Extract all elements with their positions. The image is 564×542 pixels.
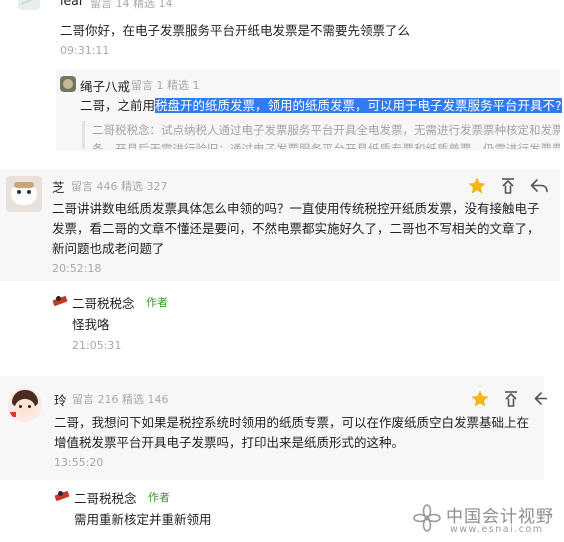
author-name: 二哥税税念 — [72, 296, 135, 311]
pin-top-icon[interactable] — [498, 176, 518, 196]
comment-stats: 留言 216 精选 146 — [72, 393, 169, 406]
watermark: 中国会计视野 www.esnai.com — [412, 498, 562, 538]
comment-text-line: 发票，看二哥的文章不懂还是要问，不然电票都实施好久了，二哥也不写相关的文章了， — [52, 221, 540, 236]
avatar[interactable] — [6, 176, 42, 212]
star-icon[interactable] — [470, 389, 490, 409]
author-avatar[interactable] — [54, 488, 70, 504]
comment-text-selected: 税盘开的纸质发票，领用的纸质发票，可以用于电子发票服务平台开具不? — [155, 98, 562, 113]
quoted-reply-line: 条，开具后无需进行验旧；通过电子发票服务平台开具纸质专票和纸质普票，仍需进行发票… — [92, 142, 560, 149]
reply-icon[interactable] — [529, 176, 549, 196]
author-badge: 作者 — [146, 296, 168, 309]
comment-time: 20:52:18 — [52, 262, 102, 275]
comment-text-plain: 二哥，之前用 — [80, 98, 156, 113]
comment-stats: 留言 1 精选 1 — [131, 79, 200, 92]
commenter-name: 芝 — [52, 180, 65, 195]
avatar[interactable] — [60, 76, 76, 92]
comment-time: 09:31:11 — [60, 44, 110, 57]
comment-text-line: 二哥，我想问下如果是税控系统时领用的纸质专票，可以在作废纸质空白发票基础上在 — [54, 415, 530, 430]
commenter-name: lear — [60, 0, 84, 8]
author-name: 二哥税税念 — [74, 491, 137, 506]
comment-text-line: 新问题也成老问题了 — [52, 241, 165, 256]
comment-stats: 留言 446 精选 327 — [71, 180, 168, 193]
avatar[interactable] — [18, 0, 40, 10]
comment-stats: 留言 14 精选 14 — [90, 0, 173, 10]
comment-time: 13:55:20 — [54, 456, 104, 469]
author-reply-time: 21:05:31 — [72, 339, 122, 352]
author-badge: 作者 — [148, 491, 170, 504]
commenter-name: 绳子八戒 — [80, 79, 131, 94]
author-reply-text: 怪我咯 — [72, 317, 110, 332]
commenter-name: 玲 — [54, 393, 67, 408]
pin-top-icon[interactable] — [501, 389, 521, 409]
comment-text-line: 二哥讲讲数电纸质发票具体怎么申领的吗？一直使用传统税控开纸质发票，没有接触电子 — [52, 201, 540, 216]
star-icon[interactable] — [467, 176, 487, 196]
quoted-reply: 二哥税税念：试点纳税人通过电子发票服务平台开具全电发票，无需进行发票票种核定和发… — [82, 121, 560, 149]
author-reply-text: 需用重新核定并重新领用 — [74, 512, 212, 527]
flower-logo-icon — [413, 504, 441, 532]
author-avatar[interactable] — [52, 293, 68, 309]
quoted-reply-line: 二哥税税念：试点纳税人通过电子发票服务平台开具全电发票，无需进行发票票种核定和发… — [92, 123, 560, 137]
comment-text-line: 增值税发票平台开具电子发票吗，打印出来是纸质形式的这种。 — [54, 435, 405, 450]
reply-icon[interactable] — [533, 389, 547, 409]
watermark-url: www.esnai.com — [450, 524, 544, 535]
comment-text: 二哥你好，在电子发票服务平台开纸电发票是不需要先领票了么 — [60, 23, 411, 38]
avatar[interactable] — [8, 388, 42, 422]
comment-text: 二哥，之前用税盘开的纸质发票，领用的纸质发票，可以用于电子发票服务平台开具不? — [80, 96, 562, 116]
